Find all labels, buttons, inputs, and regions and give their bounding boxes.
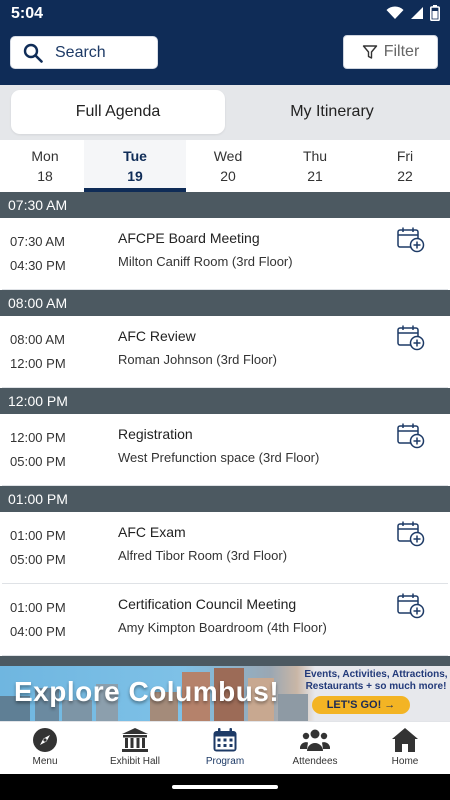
day-name: Wed: [213, 148, 243, 164]
day-name: Tue: [123, 148, 147, 164]
building-icon: [122, 728, 148, 752]
time-group-header: 01:00 PM: [0, 486, 450, 512]
status-bar: 5:04: [0, 0, 450, 28]
compass-icon: [33, 728, 57, 752]
tab-full-agenda[interactable]: Full Agenda: [11, 90, 225, 134]
session-room: Amy Kimpton Boardroom (4th Floor): [118, 620, 327, 635]
nav-item-exhibit-hall[interactable]: Exhibit Hall: [90, 722, 180, 774]
tab-my-itinerary[interactable]: My Itinerary: [225, 90, 439, 134]
search-label: Search: [55, 43, 106, 61]
day-selector: Mon 18 Tue 19 Wed 20 Thu 21 Fri 22: [0, 140, 450, 192]
day-number: 21: [307, 168, 323, 184]
nav-label: Menu: [32, 756, 58, 767]
nav-item-home[interactable]: Home: [360, 722, 450, 774]
session-row[interactable]: 08:00 AM 12:00 PM AFC Review Roman Johns…: [2, 316, 448, 388]
home-icon: [392, 728, 418, 752]
session-start-time: 07:30 AM: [10, 234, 65, 249]
session-end-time: 05:00 PM: [10, 552, 66, 567]
session-row[interactable]: 01:00 PM 04:00 PM Certification Council …: [2, 584, 448, 656]
nav-label: Program: [205, 756, 245, 767]
nav-item-attendees[interactable]: Attendees: [270, 722, 360, 774]
day-number: 20: [220, 168, 236, 184]
session-end-time: 04:30 PM: [10, 258, 66, 273]
day-name: Thu: [302, 148, 328, 164]
session-row[interactable]: 01:00 PM 05:00 PM AFC Exam Alfred Tibor …: [2, 512, 448, 584]
session-title: Registration: [118, 426, 193, 442]
status-icons: [386, 5, 440, 21]
session-start-time: 08:00 AM: [10, 332, 65, 347]
day-name: Fri: [396, 148, 414, 164]
add-to-calendar-icon[interactable]: [396, 592, 426, 620]
time-group-header: 07:30 AM: [0, 192, 450, 218]
wifi-icon: [386, 6, 404, 19]
day-tab-mon[interactable]: Mon 18: [0, 140, 90, 192]
add-to-calendar-icon[interactable]: [396, 422, 426, 450]
session-end-time: 05:00 PM: [10, 454, 66, 469]
lets-go-button[interactable]: LET'S GO! →: [312, 696, 410, 714]
signal-icon: [411, 7, 423, 19]
status-time: 5:04: [11, 5, 44, 22]
search-button[interactable]: Search: [10, 36, 158, 69]
day-name: Mon: [31, 148, 59, 164]
add-to-calendar-icon[interactable]: [396, 226, 426, 254]
battery-icon: [430, 5, 440, 21]
home-gesture-handle[interactable]: [172, 785, 278, 789]
agenda-list[interactable]: 07:30 AM 07:30 AM 04:30 PM AFCPE Board M…: [0, 192, 450, 666]
people-icon: [300, 729, 330, 751]
filter-button[interactable]: Filter: [343, 35, 438, 69]
session-title: AFCPE Board Meeting: [118, 230, 260, 246]
search-icon: [23, 43, 43, 63]
time-group-header: 12:00 PM: [0, 388, 450, 414]
session-room: Roman Johnson (3rd Floor): [118, 352, 277, 367]
nav-label: Exhibit Hall: [109, 756, 161, 767]
session-start-time: 01:00 PM: [10, 600, 66, 615]
bottom-navigation: Menu Exhibit Hall Program Attendees Home: [0, 721, 450, 774]
explore-columbus-banner[interactable]: Explore Columbus! Events, Activities, At…: [0, 666, 450, 721]
day-number: 19: [127, 168, 143, 184]
filter-label: Filter: [383, 43, 420, 60]
session-room: West Prefunction space (3rd Floor): [118, 450, 320, 465]
session-row[interactable]: 07:30 AM 04:30 PM AFCPE Board Meeting Mi…: [2, 218, 448, 290]
day-tab-wed[interactable]: Wed 20: [186, 140, 270, 192]
banner-headline: Explore Columbus!: [14, 676, 280, 707]
add-to-calendar-icon[interactable]: [396, 324, 426, 352]
day-number: 22: [397, 168, 413, 184]
nav-label: Home: [391, 756, 419, 767]
day-tab-tue[interactable]: Tue 19: [84, 140, 186, 192]
time-group-header-partial: [0, 656, 450, 666]
banner-promo-text: Events, Activities, Attractions, Restaur…: [304, 669, 448, 692]
filter-icon: [362, 45, 377, 59]
time-group-header: 08:00 AM: [0, 290, 450, 316]
session-start-time: 01:00 PM: [10, 528, 66, 543]
agenda-segmented-control: Full Agenda My Itinerary: [0, 85, 450, 140]
day-tab-fri[interactable]: Fri 22: [360, 140, 450, 192]
day-number: 18: [37, 168, 53, 184]
session-end-time: 04:00 PM: [10, 624, 66, 639]
session-title: Certification Council Meeting: [118, 596, 297, 612]
top-bar: Search Filter: [0, 28, 450, 85]
day-tab-thu[interactable]: Thu 21: [270, 140, 360, 192]
nav-item-menu[interactable]: Menu: [0, 722, 90, 774]
calendar-icon: [213, 728, 237, 752]
nav-item-program[interactable]: Program: [180, 722, 270, 774]
session-room: Milton Caniff Room (3rd Floor): [118, 254, 293, 269]
session-title: AFC Review: [118, 328, 196, 344]
session-room: Alfred Tibor Room (3rd Floor): [118, 548, 288, 563]
session-start-time: 12:00 PM: [10, 430, 66, 445]
add-to-calendar-icon[interactable]: [396, 520, 426, 548]
session-end-time: 12:00 PM: [10, 356, 66, 371]
nav-label: Attendees: [292, 756, 338, 767]
session-title: AFC Exam: [118, 524, 186, 540]
session-row[interactable]: 12:00 PM 05:00 PM Registration West Pref…: [2, 414, 448, 486]
system-navigation-bar: [0, 774, 450, 800]
